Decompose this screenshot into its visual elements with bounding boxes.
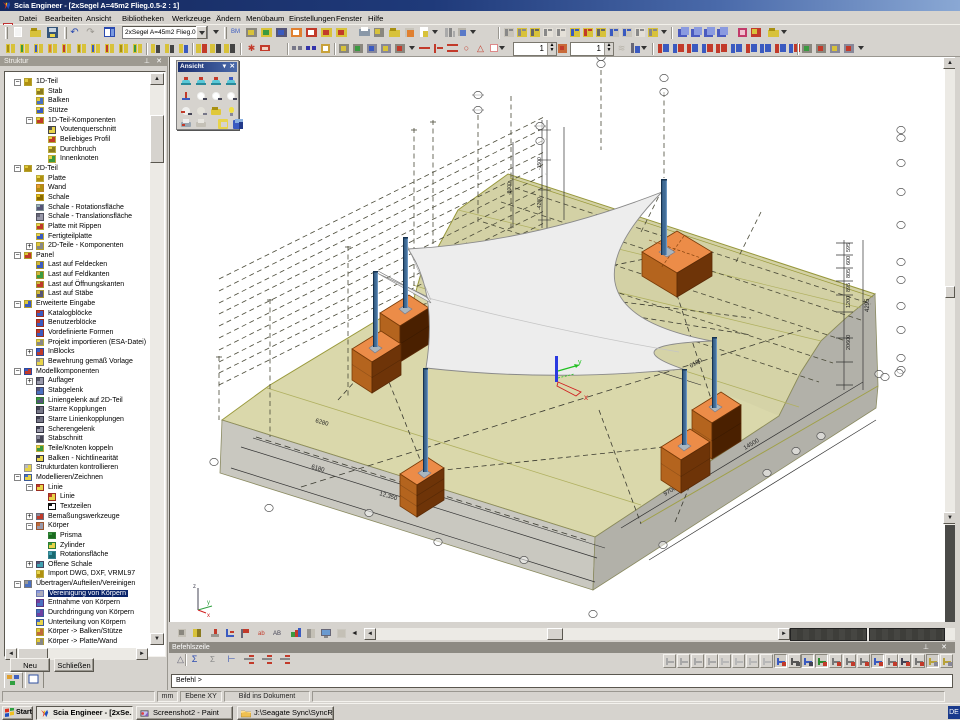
svg-text:-1500: -1500 — [537, 157, 543, 170]
svg-text:600: 600 — [846, 256, 852, 265]
svg-text:895: 895 — [846, 283, 852, 292]
svg-text:1200: 1200 — [846, 296, 852, 308]
svg-text:4295: 4295 — [865, 298, 871, 312]
svg-text:-3000: -3000 — [507, 182, 513, 195]
svg-text:y: y — [578, 359, 582, 366]
svg-text:y: y — [207, 600, 210, 606]
svg-text:20600: 20600 — [846, 335, 852, 350]
svg-text:805: 805 — [846, 269, 852, 278]
svg-text:z: z — [193, 584, 196, 590]
svg-text:x: x — [207, 613, 210, 619]
svg-text:-4200: -4200 — [537, 197, 543, 210]
svg-text:x: x — [584, 393, 588, 402]
svg-text:595: 595 — [846, 243, 852, 252]
